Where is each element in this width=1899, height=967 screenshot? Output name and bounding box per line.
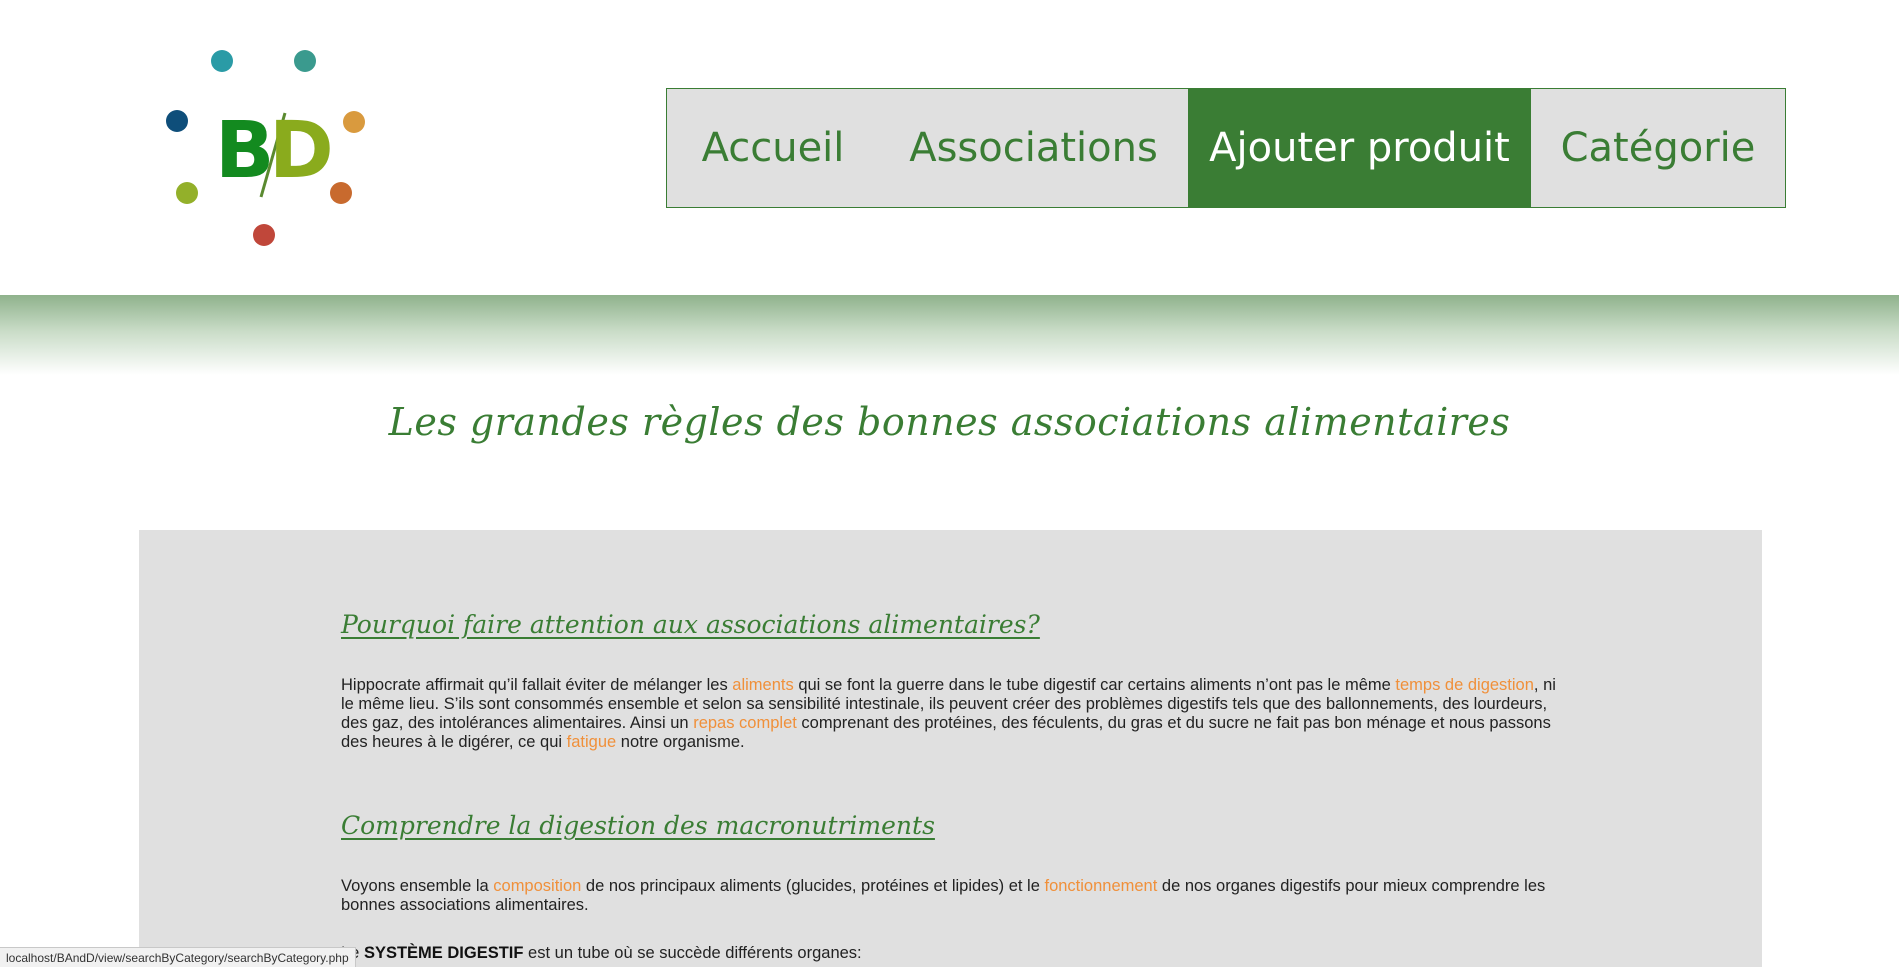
text-segment: qui se font la guerre dans le tube diges… <box>793 676 1396 694</box>
logo-dot <box>166 110 188 132</box>
logo-dot <box>176 182 198 204</box>
logo-lettering: B D <box>215 101 335 201</box>
page: B D Accueil Associations Ajouter produit… <box>0 0 1899 967</box>
page-title: Les grandes règles des bonnes associatio… <box>388 400 1511 444</box>
text-segment: notre organisme. <box>616 733 745 751</box>
content-card: Pourquoi faire attention aux association… <box>139 530 1762 967</box>
nav-item-associations[interactable]: Associations <box>879 89 1188 207</box>
header-gradient-band <box>0 295 1899 375</box>
site-logo[interactable]: B D <box>160 45 380 255</box>
link-aliments[interactable]: aliments <box>732 676 793 694</box>
main-nav: Accueil Associations Ajouter produit Cat… <box>666 88 1786 208</box>
link-repas-complet[interactable]: repas complet <box>693 714 797 732</box>
logo-dot <box>211 50 233 72</box>
logo-letter-d: D <box>269 106 334 196</box>
text-segment: est un tube où se succède différents org… <box>523 944 862 962</box>
nav-item-ajouter-produit[interactable]: Ajouter produit <box>1188 89 1531 207</box>
browser-status-bar: localhost/BAndD/view/searchByCategory/se… <box>0 947 356 967</box>
section-paragraph-why: Hippocrate affirmait qu’il fallait évite… <box>341 676 1566 752</box>
logo-dot <box>343 111 365 133</box>
section-title-why: Pourquoi faire attention aux association… <box>341 610 1040 639</box>
section-paragraph-digestion: Voyons ensemble la composition de nos pr… <box>341 877 1566 915</box>
logo-dot <box>294 50 316 72</box>
logo-dot <box>253 224 275 246</box>
nav-item-categorie[interactable]: Catégorie <box>1531 89 1785 207</box>
section-title-digestion: Comprendre la digestion des macronutrime… <box>341 811 935 840</box>
site-header: B D Accueil Associations Ajouter produit… <box>0 0 1899 295</box>
link-fonctionnement[interactable]: fonctionnement <box>1044 877 1157 895</box>
nav-item-accueil[interactable]: Accueil <box>667 89 879 207</box>
text-segment: de nos principaux aliments (glucides, pr… <box>581 877 1045 895</box>
link-temps-de-digestion[interactable]: temps de digestion <box>1395 676 1534 694</box>
link-fatigue[interactable]: fatigue <box>567 733 617 751</box>
link-composition[interactable]: composition <box>493 877 581 895</box>
digestive-system-intro: Le SYSTÈME DIGESTIF est un tube où se su… <box>341 944 1566 963</box>
text-segment: Voyons ensemble la <box>341 877 494 895</box>
digestive-system-keyword: SYSTÈME DIGESTIF <box>363 944 524 962</box>
text-segment: Hippocrate affirmait qu’il fallait évite… <box>341 676 733 694</box>
